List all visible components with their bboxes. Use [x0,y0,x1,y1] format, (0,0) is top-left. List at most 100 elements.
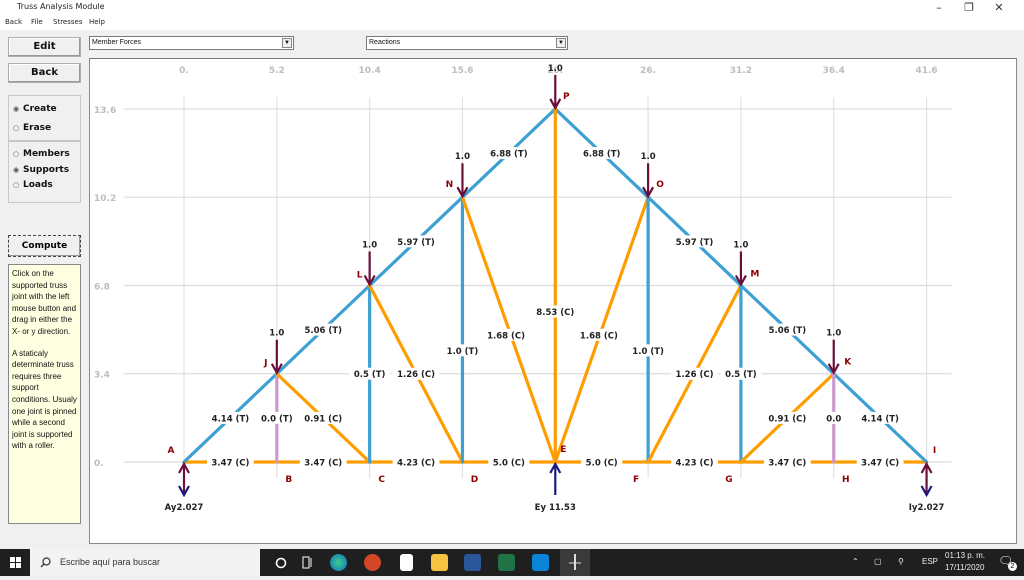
member-force-label: 1.0 (T) [632,347,664,357]
show-hidden-icons[interactable]: ⌃ [852,557,859,566]
reaction-value-label: Iy2.027 [909,503,945,513]
joint-labels: A B C D E F G H I J L N P O M K [168,92,937,485]
load-value-label: 1.0 [548,64,563,74]
member-force-label: 3.47 (C) [768,459,806,469]
member-force-label: 6.88 (T) [583,150,621,160]
member-force-label: 4.14 (T) [861,414,899,424]
menu-back[interactable]: Back [5,18,22,26]
minimize-button[interactable]: – [924,0,954,16]
member-force-label: 3.47 (C) [861,459,899,469]
radio-empty-icon: ○ [13,150,20,158]
x-tick-label: 10.4 [359,66,381,76]
x-tick-label: 36.4 [823,66,845,76]
meet-now-icon[interactable]: ▢ [874,557,882,566]
member-force-label: 6.88 (T) [490,150,528,160]
joint-label: K [844,358,852,368]
member-force-label: 4.14 (T) [212,414,250,424]
chevron-down-icon[interactable]: ▼ [556,38,566,48]
member-force-label: 1.26 (C) [397,370,435,380]
member-force-label: 5.06 (T) [769,326,807,336]
back-button[interactable]: Back [8,63,81,83]
network-icon[interactable]: ⚲ [898,557,904,566]
joint-label: E [560,445,566,455]
member-force-label: 0.5 (T) [354,370,386,380]
load-value-label: 1.0 [826,329,841,339]
word-icon[interactable] [464,554,481,571]
powerpoint-icon[interactable] [364,554,381,571]
compute-button[interactable]: Compute [8,235,81,257]
joint-label: P [563,92,570,102]
radio-supports-label: Supports [23,165,70,175]
member-force-label: 1.68 (C) [580,331,618,341]
radio-loads[interactable]: ○ Loads [13,180,53,190]
windows-start-icon[interactable] [10,557,21,568]
mail-icon[interactable] [532,554,549,571]
radio-erase[interactable]: ○ Erase [13,123,51,133]
reaction-value-label: Ay2.027 [165,503,204,513]
reaction-value-label: Ey 11.53 [535,503,576,513]
load-value-label: 1.0 [269,329,284,339]
y-tick-label: 6.8 [94,282,110,292]
radio-supports[interactable]: ◉ Supports [13,165,69,175]
x-tick-label: 26. [640,66,656,76]
radio-create[interactable]: ◉ Create [13,104,57,114]
joint-label: B [285,475,292,485]
load-value-label: 1.0 [733,240,748,250]
x-tick-label: 0. [179,66,189,76]
window-title: Truss Analysis Module [17,2,105,11]
edge-icon[interactable] [330,554,347,571]
load-value-label: 1.0 [362,240,377,250]
task-view-icon[interactable] [302,556,314,569]
y-tick-label: 0. [94,459,104,469]
joint-label: I [933,446,936,456]
clock-date[interactable]: 17/11/2020 [945,563,984,572]
truss-canvas[interactable]: 0. 5.2 10.4 15.6 20. 26. 31.2 36.4 41.6 0. 3.4 6.8 1… [89,58,1017,544]
x-tick-label: 15.6 [451,66,473,76]
taskbar-search[interactable]: Escribe aquí para buscar [30,549,260,576]
joint-label: H [842,475,850,485]
member-force-label: 3.47 (C) [211,459,249,469]
radio-erase-label: Erase [23,123,52,133]
member-force-label: 3.47 (C) [304,459,342,469]
member-force-label: 1.26 (C) [676,370,714,380]
file-explorer-icon[interactable] [431,554,448,571]
chevron-down-icon[interactable]: ▼ [282,38,292,48]
clock-time[interactable]: 01:13 p. m. [945,551,985,560]
menu-stresses[interactable]: Stresses [53,18,82,26]
taskbar: Escribe aquí para buscar ⌃ ▢ ⚲ ESP 01:13… [0,549,1024,576]
radio-members[interactable]: ○ Members [13,149,70,159]
close-button[interactable]: ✕ [984,0,1014,16]
radio-empty-icon: ○ [13,124,20,132]
y-tick-label: 13.6 [94,106,116,116]
excel-icon[interactable] [498,554,515,571]
x-tick-label: 41.6 [915,66,937,76]
member-forces-select[interactable]: Member Forces ▼ [89,36,294,50]
radio-create-label: Create [23,104,57,114]
joint-label: F [633,475,639,485]
reactions-select[interactable]: Reactions ▼ [366,36,568,50]
joint-label: M [750,269,759,279]
member-force-label: 0.0 [826,414,841,424]
language-indicator[interactable]: ESP [922,557,938,566]
y-tick-label: 3.4 [94,371,110,381]
help-text-box: Click on the supported truss joint with … [8,264,81,524]
title-bar: Truss Analysis Module – ❐ ✕ [0,0,1024,16]
truss-diagram[interactable]: 0. 5.2 10.4 15.6 20. 26. 31.2 36.4 41.60.3.46.81… [90,59,1018,545]
cortana-icon[interactable] [275,557,287,569]
menu-help[interactable]: Help [89,18,105,26]
joint-label: A [168,446,175,456]
member-force-label: 5.97 (T) [397,238,435,248]
member-force-label: 0.5 (T) [725,370,757,380]
member-force-label: 5.0 (C) [493,459,525,469]
radio-empty-icon: ○ [13,181,20,189]
menu-file[interactable]: File [31,18,43,26]
joint-label: C [378,475,385,485]
reactions-select-value: Reactions [369,39,401,46]
member-force-label: 1.0 (T) [447,347,479,357]
help-paragraph: Click on the supported truss joint with … [12,269,77,336]
maximize-button[interactable]: ❐ [954,0,984,16]
truss-app-icon[interactable] [560,549,590,576]
object-group: ○ Members ◉ Supports ○ Loads [8,141,81,203]
store-icon[interactable] [400,554,413,571]
edit-button[interactable]: Edit [8,37,81,57]
